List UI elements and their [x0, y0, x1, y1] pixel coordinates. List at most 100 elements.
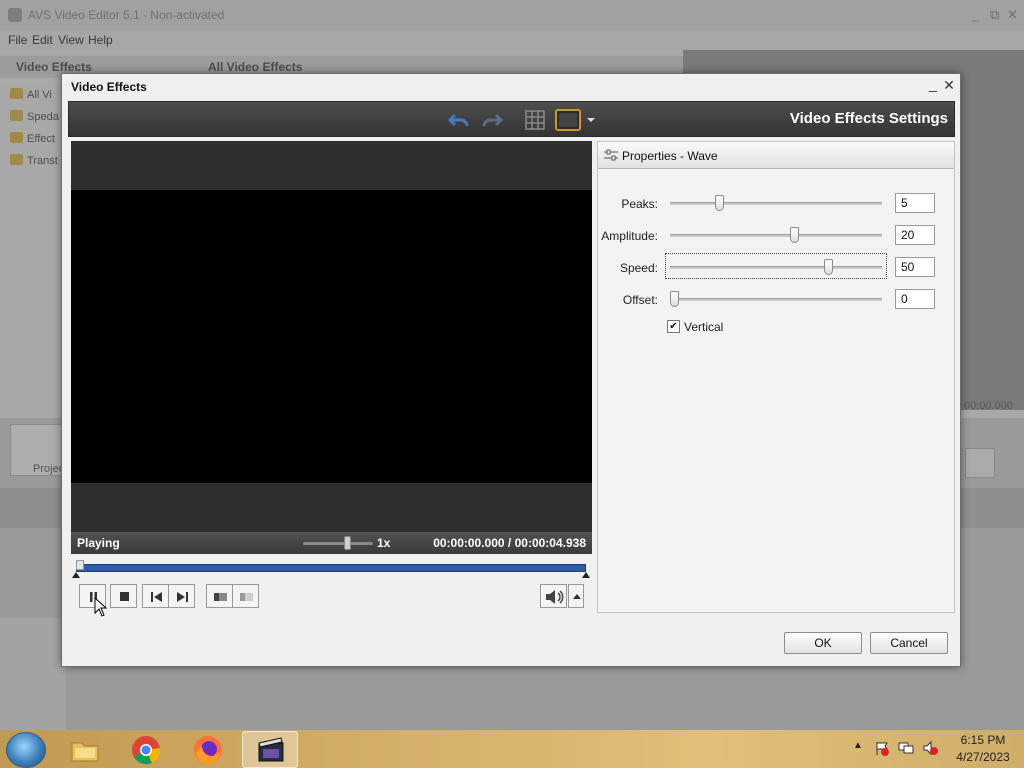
- app-maximize-button[interactable]: ⧉: [990, 7, 999, 23]
- ok-button[interactable]: OK: [784, 632, 862, 654]
- folder-icon: [71, 742, 99, 762]
- all-video-effects-title: All Video Effects: [208, 60, 303, 74]
- clock-time[interactable]: 6:15 PM: [955, 733, 1011, 747]
- volume-button[interactable]: [540, 584, 567, 608]
- clock-date[interactable]: 4/27/2023: [952, 750, 1014, 764]
- undo-icon[interactable]: [447, 108, 471, 132]
- volume-button[interactable]: [965, 448, 995, 478]
- seek-bar[interactable]: [72, 560, 590, 580]
- tray-overflow-icon[interactable]: ▲: [853, 740, 863, 751]
- app-close-button[interactable]: ✕: [1007, 7, 1018, 23]
- folder-icon: [10, 154, 23, 165]
- offset-slider[interactable]: [670, 298, 882, 301]
- offset-label: Offset:: [622, 293, 658, 307]
- network-icon[interactable]: [898, 740, 914, 756]
- chevron-up-icon: [573, 594, 581, 599]
- dialog-titlebar: Video Effects _ ✕: [62, 74, 960, 100]
- next-button[interactable]: [168, 584, 195, 608]
- chevron-down-icon[interactable]: [585, 108, 597, 132]
- vertical-checkbox[interactable]: ✔: [667, 320, 680, 333]
- marker-in-icon[interactable]: [72, 572, 80, 578]
- grid-icon[interactable]: [523, 108, 547, 132]
- letterbox-top: [71, 141, 592, 190]
- track-controls: [0, 618, 66, 730]
- app-minimize-button[interactable]: _: [972, 7, 979, 22]
- app-titlebar: AVS Video Editor 5.1 - Non-activated _ ⧉…: [0, 0, 1024, 30]
- mouse-cursor-icon: [94, 597, 108, 617]
- cancel-button[interactable]: Cancel: [870, 632, 948, 654]
- menu-edit[interactable]: Edit: [32, 33, 53, 47]
- app-title: AVS Video Editor 5.1 - Non-activated: [28, 8, 225, 22]
- stop-button[interactable]: [110, 584, 137, 608]
- dialog-toolbar: Video Effects Settings: [68, 101, 955, 137]
- offset-slider-thumb[interactable]: [670, 291, 679, 307]
- playback-rate: 1x: [377, 536, 391, 550]
- menu-view[interactable]: View: [58, 33, 84, 47]
- amplitude-input[interactable]: [895, 225, 935, 245]
- start-button[interactable]: [6, 732, 46, 768]
- menu-help[interactable]: Help: [88, 33, 113, 47]
- previous-button[interactable]: [142, 584, 169, 608]
- taskbar-firefox[interactable]: [180, 731, 236, 768]
- mark-out-button[interactable]: [232, 584, 259, 608]
- menu-file[interactable]: File: [8, 33, 27, 47]
- amplitude-slider[interactable]: [670, 234, 882, 237]
- tree-item[interactable]: All Vi: [10, 88, 52, 106]
- volume-muted-icon[interactable]: [922, 740, 938, 756]
- properties-title: Properties - Wave: [622, 149, 718, 163]
- dialog-close-button[interactable]: ✕: [942, 77, 956, 94]
- mark-in-icon: [214, 593, 227, 601]
- taskbar-avs-video-editor[interactable]: [242, 731, 298, 768]
- app-menubar: File Edit View Help: [0, 30, 1024, 50]
- redo-icon[interactable]: [480, 108, 504, 132]
- video-effects-panel-title: Video Effects: [16, 60, 92, 74]
- time-display: 00:00:00.000 / 00:00:04.938: [433, 536, 586, 550]
- offset-input[interactable]: [895, 289, 935, 309]
- skip-forward-icon: [177, 592, 188, 602]
- folder-icon: [10, 88, 23, 99]
- dialog-title: Video Effects: [71, 80, 147, 94]
- seek-track[interactable]: [76, 564, 586, 572]
- taskbar-file-explorer[interactable]: [57, 731, 113, 768]
- project-button[interactable]: Projec: [10, 424, 65, 476]
- marker-out-icon[interactable]: [582, 572, 590, 578]
- video-effects-dialog: Video Effects _ ✕ Video Effects Settings…: [61, 73, 961, 667]
- peaks-label: Peaks:: [621, 197, 658, 211]
- film-clapper-icon: [258, 737, 284, 762]
- speed-input[interactable]: [895, 257, 935, 277]
- tree-item[interactable]: Speda: [10, 110, 59, 128]
- amplitude-label: Amplitude:: [601, 229, 658, 243]
- properties-header: Properties - Wave: [598, 142, 954, 169]
- main-time-display: 00:00.000: [964, 400, 1013, 412]
- playback-speed-thumb[interactable]: [344, 536, 351, 550]
- speaker-icon: [546, 590, 564, 604]
- folder-icon: [10, 132, 23, 143]
- speed-slider-thumb[interactable]: [824, 259, 834, 275]
- playback-speed-slider[interactable]: [303, 542, 373, 545]
- tree-item[interactable]: Effect: [10, 132, 55, 150]
- playback-status-bar: Playing 1x 00:00:00.000 / 00:00:04.938: [71, 532, 592, 554]
- effects-tree: All Vi Speda Effect Transt: [0, 84, 65, 414]
- settings-sliders-icon: [604, 149, 618, 161]
- speed-slider[interactable]: [670, 266, 882, 269]
- vertical-label: Vertical: [684, 320, 724, 334]
- peaks-input[interactable]: [895, 193, 935, 213]
- mark-in-button[interactable]: [206, 584, 233, 608]
- dialog-minimize-button[interactable]: _: [926, 76, 940, 92]
- taskbar-chrome[interactable]: [118, 731, 174, 768]
- volume-menu-button[interactable]: [568, 584, 584, 608]
- seek-position-marker[interactable]: [76, 560, 84, 570]
- tree-item[interactable]: Transt: [10, 154, 58, 172]
- firefox-icon: [194, 736, 222, 764]
- checkmark-icon: ✔: [669, 321, 678, 332]
- settings-heading: Video Effects Settings: [789, 110, 948, 127]
- action-center-flag-icon[interactable]: [874, 740, 890, 756]
- properties-panel: Properties - Wave Peaks: Amplitude: Spee…: [597, 141, 955, 613]
- stop-icon: [120, 592, 129, 601]
- video-preview: [71, 141, 592, 532]
- aspect-ratio-icon[interactable]: [555, 108, 581, 132]
- mark-out-icon: [240, 593, 253, 601]
- amplitude-slider-thumb[interactable]: [789, 227, 799, 243]
- peaks-slider-thumb[interactable]: [714, 195, 724, 211]
- peaks-slider[interactable]: [670, 202, 882, 205]
